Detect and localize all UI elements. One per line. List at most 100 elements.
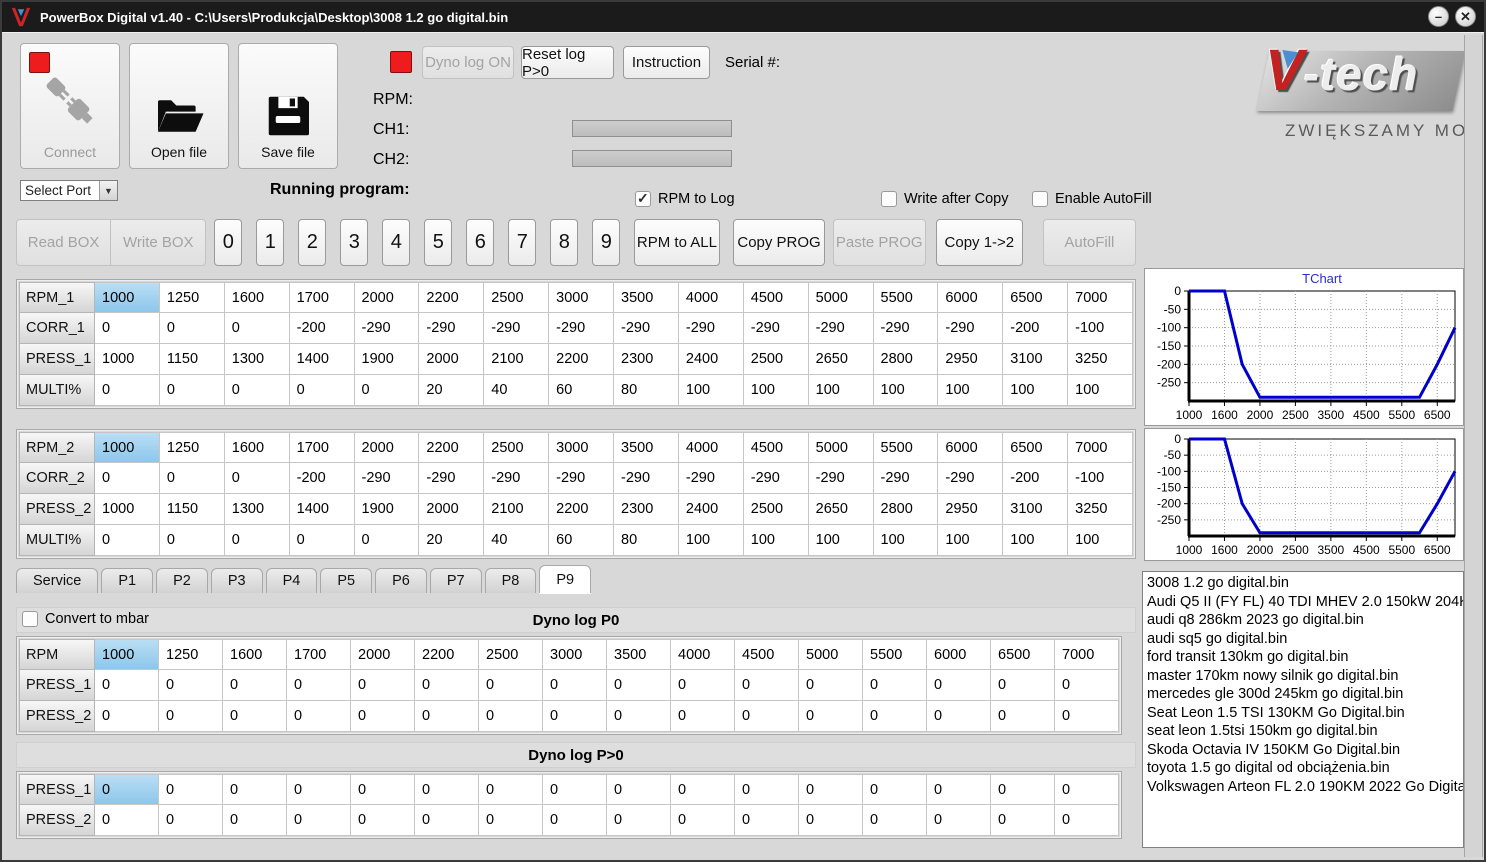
table-cell[interactable]: 7000 [1068,432,1133,463]
table-cell[interactable]: 1150 [159,344,225,375]
table-cell[interactable]: -290 [614,313,679,344]
digit-button-7[interactable]: 7 [508,219,537,266]
table-cell[interactable]: 7000 [1055,639,1119,670]
table-cell[interactable]: 2000 [419,494,485,525]
table-cell[interactable]: 0 [287,774,351,805]
table-cell[interactable]: 0 [863,805,927,836]
table-cell[interactable]: 0 [543,805,607,836]
dyno-log-on-button[interactable]: Dyno log ON [422,46,514,79]
table-cell[interactable]: 0 [607,805,671,836]
table-cell[interactable]: 0 [159,313,225,344]
table-cell[interactable]: -290 [354,463,420,494]
table-cell[interactable]: 6000 [938,282,1004,313]
table-cell[interactable]: 0 [287,670,351,701]
digit-button-8[interactable]: 8 [550,219,579,266]
table-cell[interactable]: 100 [938,525,1004,556]
table-cell[interactable]: 3250 [1068,494,1133,525]
table-cell[interactable]: 80 [614,375,679,406]
table-cell[interactable]: 0 [95,670,159,701]
table-cell[interactable]: 0 [224,313,290,344]
write-box-button[interactable]: Write BOX [111,219,207,266]
table-cell[interactable]: 2000 [419,344,485,375]
digit-button-9[interactable]: 9 [592,219,621,266]
table-cell[interactable]: 2000 [351,639,415,670]
table-cell[interactable]: 0 [735,701,799,732]
table-cell[interactable]: 0 [159,463,225,494]
save-file-button[interactable]: Save file [238,43,338,169]
table-cell[interactable]: 100 [808,525,874,556]
table-cell[interactable]: 0 [735,670,799,701]
table-cell[interactable]: 0 [287,805,351,836]
table-cell[interactable]: 20 [419,525,485,556]
reset-log-button[interactable]: Reset log P>0 [521,46,614,80]
table-cell[interactable]: 0 [159,670,223,701]
table-cell[interactable]: 6000 [938,432,1004,463]
table-cell[interactable]: 1700 [289,282,355,313]
digit-button-3[interactable]: 3 [340,219,369,266]
table-cell[interactable]: 0 [415,774,479,805]
table-cell[interactable]: 3000 [549,282,614,313]
table-cell[interactable]: 0 [415,805,479,836]
copy-prog-button[interactable]: Copy PROG [733,219,825,266]
table-cell[interactable]: 0 [1055,670,1119,701]
table-cell[interactable]: 1000 [95,494,160,525]
read-box-button[interactable]: Read BOX [16,219,112,266]
table-cell[interactable]: 2500 [743,344,809,375]
table-cell[interactable]: 0 [224,375,290,406]
table-cell[interactable]: 0 [479,805,543,836]
tab-p9[interactable]: P9 [539,565,592,593]
table-cell[interactable]: 0 [927,670,991,701]
table-cell[interactable]: 1300 [224,344,290,375]
table-cell[interactable]: -200 [1003,463,1069,494]
table-cell[interactable]: 5500 [863,639,927,670]
table-cell[interactable]: 0 [479,701,543,732]
table-cell[interactable]: 0 [351,805,415,836]
table-cell[interactable]: 2950 [938,494,1004,525]
table-cell[interactable]: 6500 [991,639,1055,670]
table-cell[interactable]: 0 [863,701,927,732]
table-cell[interactable]: 100 [678,375,744,406]
table-cell[interactable]: 3500 [614,432,679,463]
digit-button-2[interactable]: 2 [298,219,327,266]
autofill-button[interactable]: AutoFill [1042,219,1136,266]
table-cell[interactable]: 0 [863,774,927,805]
table-cell[interactable]: 100 [1003,525,1069,556]
table-cell[interactable]: 0 [1055,701,1119,732]
table-cell[interactable]: 0 [224,463,290,494]
minimize-button[interactable]: – [1428,6,1449,27]
table-cell[interactable]: 6000 [927,639,991,670]
table-cell[interactable]: 0 [223,701,287,732]
combo-dropdown-button[interactable]: ▼ [99,181,117,200]
table-cell[interactable]: 0 [991,670,1055,701]
table-cell[interactable]: 1600 [224,432,290,463]
table-cell[interactable]: -290 [549,463,614,494]
table-cell[interactable]: 0 [159,525,225,556]
file-list-item[interactable]: Volkswagen Arteon FL 2.0 190KM 2022 Go D… [1147,778,1463,797]
table-cell[interactable]: 100 [1068,525,1133,556]
table-cell[interactable]: 1250 [159,432,225,463]
table-cell[interactable]: 2000 [354,432,420,463]
tab-p7[interactable]: P7 [429,568,482,593]
table-cell[interactable]: 0 [991,774,1055,805]
table-cell[interactable]: 100 [808,375,874,406]
digit-button-1[interactable]: 1 [256,219,285,266]
file-list-item[interactable]: toyota 1.5 go digital od obciążenia.bin [1147,759,1463,778]
table-cell[interactable]: 0 [95,313,160,344]
table-cell[interactable]: 2650 [808,494,874,525]
table-cell[interactable]: 4500 [743,432,809,463]
file-list-item[interactable]: audi q8 286km 2023 go digital.bin [1147,611,1463,630]
tab-p2[interactable]: P2 [156,568,208,593]
table-cell[interactable]: 100 [873,525,939,556]
table-cell[interactable]: 100 [1003,375,1069,406]
rpm-to-all-button[interactable]: RPM to ALL [634,219,720,266]
table-cell[interactable]: -100 [1068,313,1133,344]
table-cell[interactable]: 0 [799,805,863,836]
table-cell[interactable]: 3100 [1003,494,1069,525]
table-cell[interactable]: 0 [351,701,415,732]
table-cell[interactable]: 3500 [607,639,671,670]
table-cell[interactable]: 2100 [484,494,550,525]
table-cell[interactable]: 0 [927,701,991,732]
table-cell[interactable]: -200 [289,313,355,344]
table-cell[interactable]: 0 [415,701,479,732]
table-cell[interactable]: 1000 [95,344,160,375]
